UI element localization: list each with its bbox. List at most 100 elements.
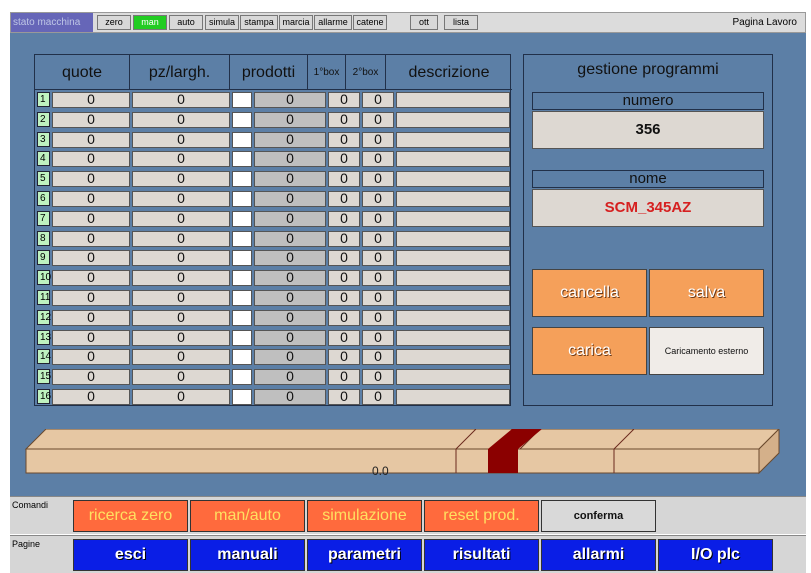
cell-b2[interactable]: 0 — [362, 92, 394, 108]
cell-desc[interactable] — [396, 131, 510, 148]
cell-pz[interactable]: 0 — [132, 210, 230, 227]
parametri-button[interactable]: parametri — [307, 539, 422, 571]
row-checkbox[interactable] — [232, 289, 252, 306]
cell-b1[interactable]: 0 — [328, 289, 360, 306]
mode-button-lista[interactable]: lista — [444, 15, 478, 30]
cell-b2[interactable]: 0 — [362, 388, 394, 405]
cell-quote[interactable]: 0 — [52, 369, 130, 386]
cell-desc[interactable] — [396, 151, 510, 168]
row-checkbox[interactable] — [232, 369, 252, 386]
ricerca-zero-button[interactable]: ricerca zero — [73, 500, 188, 532]
cell-desc[interactable] — [396, 388, 510, 405]
cell-b2[interactable]: 0 — [362, 289, 394, 306]
row-checkbox[interactable] — [232, 388, 252, 405]
row-checkbox[interactable] — [232, 329, 252, 346]
cell-desc[interactable] — [396, 111, 510, 128]
cell-b2[interactable]: 0 — [362, 329, 394, 346]
cell-pz[interactable]: 0 — [132, 369, 230, 386]
cell-b1[interactable]: 0 — [328, 92, 360, 108]
cell-b1[interactable]: 0 — [328, 210, 360, 227]
cell-b2[interactable]: 0 — [362, 369, 394, 386]
cell-b2[interactable]: 0 — [362, 250, 394, 267]
cell-desc[interactable] — [396, 210, 510, 227]
cell-quote[interactable]: 0 — [52, 230, 130, 247]
cell-pz[interactable]: 0 — [132, 329, 230, 346]
cell-pz[interactable]: 0 — [132, 289, 230, 306]
cell-b2[interactable]: 0 — [362, 151, 394, 168]
cell-desc[interactable] — [396, 92, 510, 108]
simulazione-button[interactable]: simulazione — [307, 500, 422, 532]
cell-quote[interactable]: 0 — [52, 92, 130, 108]
cell-prod[interactable]: 0 — [254, 270, 326, 287]
mode-button-marcia[interactable]: marcia — [279, 15, 313, 30]
cell-prod[interactable]: 0 — [254, 369, 326, 386]
cell-b2[interactable]: 0 — [362, 111, 394, 128]
mode-button-ott[interactable]: ott — [410, 15, 438, 30]
cell-b1[interactable]: 0 — [328, 388, 360, 405]
cell-b1[interactable]: 0 — [328, 131, 360, 148]
cell-prod[interactable]: 0 — [254, 171, 326, 188]
cell-prod[interactable]: 0 — [254, 289, 326, 306]
cell-prod[interactable]: 0 — [254, 111, 326, 128]
cell-quote[interactable]: 0 — [52, 111, 130, 128]
cell-b1[interactable]: 0 — [328, 349, 360, 366]
row-checkbox[interactable] — [232, 111, 252, 128]
cell-pz[interactable]: 0 — [132, 111, 230, 128]
row-checkbox[interactable] — [232, 92, 252, 108]
cell-quote[interactable]: 0 — [52, 250, 130, 267]
esci-button[interactable]: esci — [73, 539, 188, 571]
io-plc-button[interactable]: I/O plc — [658, 539, 773, 571]
cell-quote[interactable]: 0 — [52, 388, 130, 405]
cell-desc[interactable] — [396, 190, 510, 207]
cell-prod[interactable]: 0 — [254, 131, 326, 148]
cell-desc[interactable] — [396, 309, 510, 326]
cell-quote[interactable]: 0 — [52, 349, 130, 366]
nome-field[interactable]: SCM_345AZ — [532, 189, 764, 227]
numero-field[interactable]: 356 — [532, 111, 764, 149]
cancella-button[interactable]: cancella — [532, 269, 647, 317]
cell-quote[interactable]: 0 — [52, 151, 130, 168]
conferma-button[interactable]: conferma — [541, 500, 656, 532]
row-checkbox[interactable] — [232, 270, 252, 287]
allarmi-button[interactable]: allarmi — [541, 539, 656, 571]
man-auto-button[interactable]: man/auto — [190, 500, 305, 532]
cell-pz[interactable]: 0 — [132, 131, 230, 148]
cell-prod[interactable]: 0 — [254, 210, 326, 227]
cell-b2[interactable]: 0 — [362, 270, 394, 287]
cell-pz[interactable]: 0 — [132, 270, 230, 287]
cell-pz[interactable]: 0 — [132, 388, 230, 405]
cell-pz[interactable]: 0 — [132, 309, 230, 326]
cell-b2[interactable]: 0 — [362, 131, 394, 148]
manuali-button[interactable]: manuali — [190, 539, 305, 571]
row-checkbox[interactable] — [232, 349, 252, 366]
salva-button[interactable]: salva — [649, 269, 764, 317]
cell-prod[interactable]: 0 — [254, 190, 326, 207]
row-checkbox[interactable] — [232, 131, 252, 148]
row-checkbox[interactable] — [232, 230, 252, 247]
cell-quote[interactable]: 0 — [52, 309, 130, 326]
row-checkbox[interactable] — [232, 171, 252, 188]
row-checkbox[interactable] — [232, 210, 252, 227]
cell-b1[interactable]: 0 — [328, 250, 360, 267]
cell-quote[interactable]: 0 — [52, 329, 130, 346]
cell-desc[interactable] — [396, 270, 510, 287]
cell-b1[interactable]: 0 — [328, 171, 360, 188]
cell-prod[interactable]: 0 — [254, 329, 326, 346]
cell-pz[interactable]: 0 — [132, 230, 230, 247]
row-checkbox[interactable] — [232, 250, 252, 267]
mode-button-stampa[interactable]: stampa — [240, 15, 278, 30]
mode-button-allarme[interactable]: allarme — [314, 15, 352, 30]
cell-b1[interactable]: 0 — [328, 230, 360, 247]
cell-desc[interactable] — [396, 369, 510, 386]
cell-desc[interactable] — [396, 171, 510, 188]
cell-b2[interactable]: 0 — [362, 349, 394, 366]
row-checkbox[interactable] — [232, 190, 252, 207]
cell-b2[interactable]: 0 — [362, 171, 394, 188]
cell-prod[interactable]: 0 — [254, 388, 326, 405]
carica-button[interactable]: carica — [532, 327, 647, 375]
row-checkbox[interactable] — [232, 151, 252, 168]
mode-button-catene[interactable]: catene — [353, 15, 387, 30]
cell-b1[interactable]: 0 — [328, 151, 360, 168]
cell-pz[interactable]: 0 — [132, 171, 230, 188]
cell-quote[interactable]: 0 — [52, 171, 130, 188]
